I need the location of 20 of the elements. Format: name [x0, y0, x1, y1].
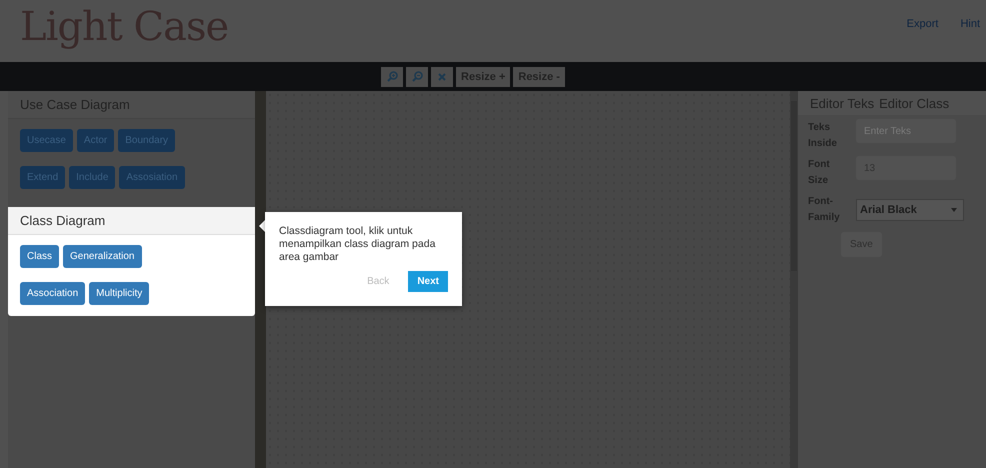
header-link[interactable]: Hint [960, 18, 980, 30]
close-icon [438, 72, 446, 80]
close-button[interactable] [431, 66, 454, 86]
drawing-canvas[interactable] [266, 91, 790, 468]
font-family-select[interactable]: Arial Black [856, 199, 964, 221]
zoom-in-button[interactable] [381, 66, 404, 86]
caret-icon [951, 208, 957, 212]
panel-splitter[interactable] [255, 91, 266, 468]
tool-button[interactable]: Association [20, 282, 86, 305]
zoom-out-icon [412, 71, 423, 82]
tool-button[interactable]: Class [20, 245, 60, 268]
scrollbar[interactable] [790, 91, 798, 468]
panel-heading: Class Diagram [8, 207, 255, 235]
tooltip-button[interactable]: Next [408, 271, 448, 292]
tool-button[interactable]: Multiplicity [89, 282, 150, 305]
tool-button[interactable]: Generalization [63, 245, 142, 268]
zoom-in-icon [386, 71, 398, 82]
tooltip-text: Classdiagram tool, klik untuk menampilkan class diagram pada area gambar [279, 225, 436, 264]
zoom-out-button[interactable] [406, 66, 428, 86]
header-link[interactable]: Export [906, 18, 938, 30]
